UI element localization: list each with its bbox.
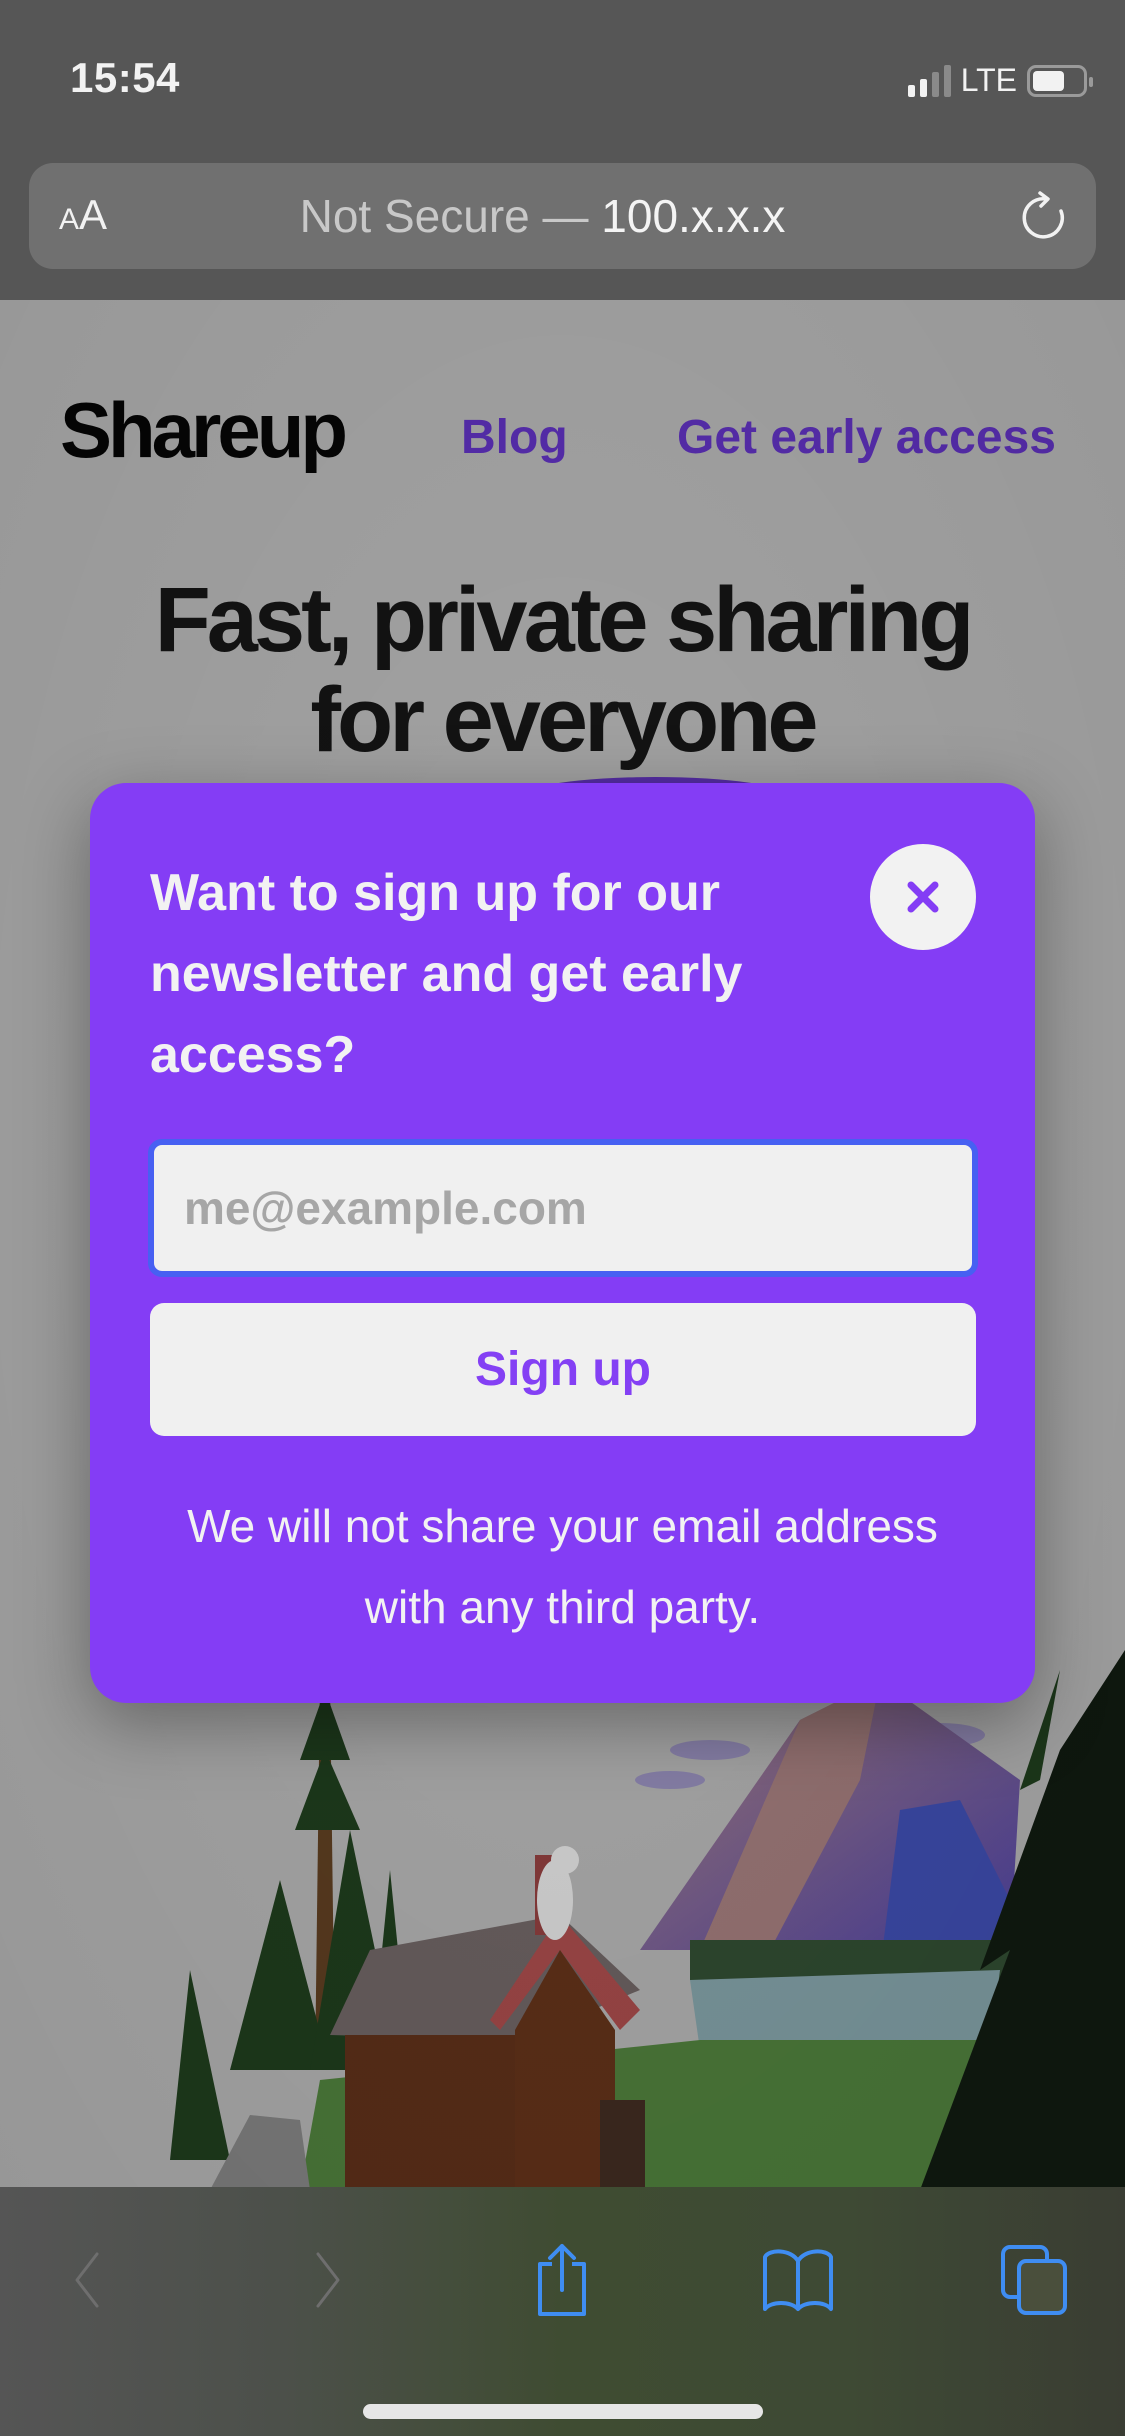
share-icon bbox=[538, 2244, 586, 2316]
url-display[interactable]: Not Secure — 100.x.x.x bbox=[29, 189, 1096, 243]
signal-icon bbox=[907, 64, 951, 97]
browser-toolbar bbox=[0, 2187, 1125, 2436]
tabs-button[interactable] bbox=[990, 2235, 1080, 2325]
chevron-left-icon bbox=[75, 2252, 99, 2308]
email-input[interactable] bbox=[148, 1139, 978, 1277]
bookmarks-button[interactable] bbox=[753, 2235, 843, 2325]
battery-icon bbox=[1027, 64, 1093, 97]
back-button[interactable] bbox=[42, 2235, 132, 2325]
security-label: Not Secure — bbox=[299, 190, 589, 242]
url-host: 100.x.x.x bbox=[601, 190, 786, 242]
hero-title: Fast, private sharing for everyone bbox=[154, 569, 975, 771]
share-button[interactable] bbox=[517, 2235, 607, 2325]
cabin-walls bbox=[345, 2035, 515, 2190]
network-type: LTE bbox=[960, 62, 1017, 98]
home-indicator[interactable] bbox=[363, 2404, 763, 2419]
privacy-disclaimer: We will not share your email address wit… bbox=[187, 1500, 938, 1633]
reload-icon[interactable] bbox=[1016, 189, 1072, 245]
newsletter-modal: Want to sign up for our newsletter and g… bbox=[90, 783, 1035, 1703]
tabs-icon bbox=[1001, 2245, 1067, 2315]
nav-early-access-link[interactable]: Get early access bbox=[677, 410, 1056, 465]
site-logo[interactable]: Shareup bbox=[60, 385, 348, 476]
cabin-door bbox=[600, 2100, 645, 2190]
cabin-landscape-illustration bbox=[170, 1650, 1125, 2190]
forward-button[interactable] bbox=[283, 2235, 373, 2325]
close-icon bbox=[907, 881, 939, 913]
nav-blog-link[interactable]: Blog bbox=[461, 410, 568, 465]
browser-chrome-top: 15:54 LTE AA Not Secure — 100.x.x.x bbox=[0, 0, 1125, 300]
close-button[interactable] bbox=[870, 844, 976, 950]
modal-title: Want to sign up for our newsletter and g… bbox=[150, 864, 743, 1084]
address-bar[interactable]: AA Not Secure — 100.x.x.x bbox=[29, 163, 1096, 269]
status-time: 15:54 bbox=[70, 54, 180, 101]
chevron-right-icon bbox=[316, 2252, 340, 2308]
book-icon bbox=[763, 2249, 833, 2311]
status-indicators: LTE bbox=[907, 62, 1093, 99]
sign-up-button[interactable]: Sign up bbox=[150, 1303, 976, 1436]
battery-level bbox=[1033, 70, 1064, 91]
